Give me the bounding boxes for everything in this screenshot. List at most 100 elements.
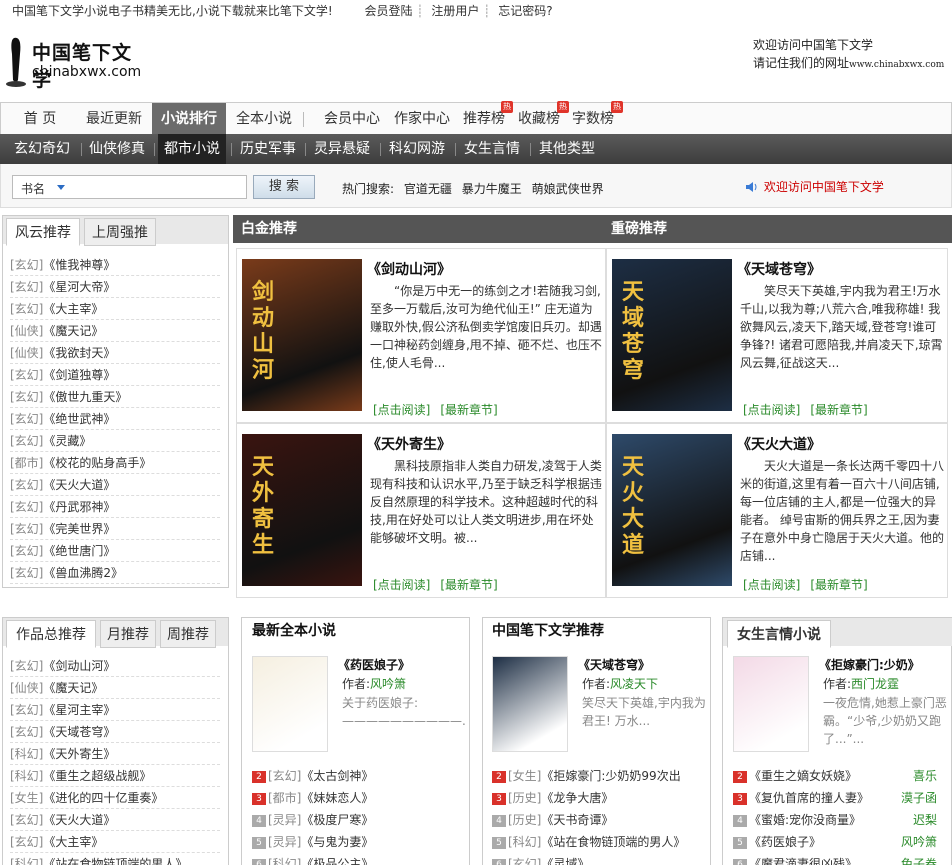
list-item[interactable]: 4 [历史]《天书奇谭》: [492, 809, 708, 831]
book-title[interactable]: 《剑动山河》: [367, 259, 451, 279]
book-link[interactable]: 《蜜婚:宠你没商量》: [749, 813, 861, 827]
list-item[interactable]: [玄幻]《天火大道》: [10, 474, 220, 496]
book-link[interactable]: 《天域苍穹》: [43, 725, 115, 739]
list-item[interactable]: [仙侠]《魔天记》: [10, 677, 220, 699]
book-link[interactable]: 《药医娘子》: [749, 835, 821, 849]
book-cover[interactable]: [492, 656, 568, 752]
book-link[interactable]: 《灵域》: [541, 857, 589, 865]
book-link[interactable]: 《太古剑神》: [301, 769, 373, 783]
hot-search-link[interactable]: 萌娘武侠世界: [532, 182, 604, 196]
cat-xianxia[interactable]: 仙侠修真: [89, 134, 145, 164]
list-item[interactable]: [玄幻]《星河大帝》: [10, 276, 220, 298]
read-link[interactable]: [点击阅读]: [373, 403, 430, 417]
cat-kehuan[interactable]: 科幻网游: [389, 134, 445, 164]
book-link[interactable]: 《绝世武神》: [43, 412, 115, 426]
login-link[interactable]: 会员登陆: [364, 4, 412, 18]
cat-dushi[interactable]: 都市小说: [158, 134, 226, 164]
list-item[interactable]: [玄幻]《傲世九重天》: [10, 386, 220, 408]
book-cover[interactable]: 天火大道: [612, 434, 732, 586]
list-item[interactable]: [玄幻]《丹武邪神》: [10, 496, 220, 518]
book-link[interactable]: 《傲世九重天》: [43, 390, 127, 404]
book-link[interactable]: 《星河主宰》: [43, 703, 115, 717]
author-link[interactable]: 西门龙霆: [851, 677, 899, 691]
list-item[interactable]: [玄幻]《兽血沸腾2》: [10, 562, 220, 584]
book-title[interactable]: 《拒嫁豪门:少奶》: [819, 656, 949, 674]
list-item[interactable]: [玄幻]《完美世界》: [10, 518, 220, 540]
book-link[interactable]: 《大主宰》: [43, 835, 103, 849]
author-link[interactable]: 风凌天下: [610, 677, 658, 691]
latest-chapter-link[interactable]: [最新章节]: [440, 578, 497, 592]
list-item[interactable]: 5 [灵异]《与鬼为妻》: [252, 831, 468, 853]
tab-last-week[interactable]: 上周强推: [84, 218, 156, 246]
book-link[interactable]: 《天外寄生》: [43, 747, 115, 761]
book-link[interactable]: 《重生之嫡女妖娆》: [749, 769, 857, 783]
nav-member[interactable]: 会员中心: [321, 103, 383, 135]
book-link[interactable]: 《星河大帝》: [43, 280, 115, 294]
author-name[interactable]: 喜乐: [913, 765, 937, 787]
book-link[interactable]: 《妹妹恋人》: [301, 791, 373, 805]
nav-favorites[interactable]: 收藏榜: [515, 103, 563, 135]
book-link[interactable]: 《剑道独尊》: [43, 368, 115, 382]
forgot-password-link[interactable]: 忘记密码?: [498, 4, 552, 18]
book-link[interactable]: 《魔君滴妻很凶残》: [749, 857, 857, 865]
list-item[interactable]: 6 [科幻]《极品公主》: [252, 853, 468, 865]
hot-search-link[interactable]: 暴力牛魔王: [462, 182, 522, 196]
cat-xuanhuan[interactable]: 玄幻奇幻: [14, 134, 70, 164]
author-name[interactable]: 漠子函: [901, 787, 937, 809]
book-link[interactable]: 《完美世界》: [43, 522, 115, 536]
book-link[interactable]: 《复仇首席的撞人妻》: [749, 791, 869, 805]
cat-nvsheng[interactable]: 女生言情: [464, 134, 520, 164]
book-link[interactable]: 《大主宰》: [43, 302, 103, 316]
book-cover[interactable]: [252, 656, 328, 752]
tab-zongtui[interactable]: 作品总推荐: [6, 620, 96, 648]
list-item[interactable]: [玄幻]《灵藏》: [10, 430, 220, 452]
list-item[interactable]: 2 《重生之嫡女妖娆》 喜乐: [733, 765, 949, 787]
list-item[interactable]: [科幻]《站在食物链顶端的男人》: [10, 853, 220, 865]
list-item[interactable]: [玄幻]《星河主宰》: [10, 699, 220, 721]
list-item[interactable]: [玄幻]《惟我神尊》: [10, 254, 220, 276]
author-name[interactable]: 迟梨: [913, 809, 937, 831]
hot-search-link[interactable]: 官道无疆: [404, 182, 452, 196]
search-input[interactable]: 书名: [12, 175, 247, 199]
book-link[interactable]: 《魔天记》: [43, 681, 103, 695]
nav-home[interactable]: 首 页: [9, 103, 71, 135]
book-link[interactable]: 《惟我神尊》: [43, 258, 115, 272]
nav-wordcount[interactable]: 字数榜: [569, 103, 617, 135]
read-link[interactable]: [点击阅读]: [743, 403, 800, 417]
author-name[interactable]: 兔子券: [901, 853, 937, 865]
book-link[interactable]: 《站在食物链顶端的男人》: [541, 835, 685, 849]
book-cover[interactable]: 剑动山河: [242, 259, 362, 411]
list-item[interactable]: 3 [历史]《龙争大唐》: [492, 787, 708, 809]
book-link[interactable]: 《天书奇谭》: [541, 813, 613, 827]
site-logo[interactable]: 中国笔下文学 chinabxwx.com: [4, 34, 144, 91]
list-item[interactable]: 2 [玄幻]《太古剑神》: [252, 765, 468, 787]
list-item[interactable]: [玄幻]《绝世武神》: [10, 408, 220, 430]
book-title[interactable]: 《药医娘子》: [338, 656, 468, 674]
search-scope-select[interactable]: 书名: [21, 180, 45, 197]
latest-chapter-link[interactable]: [最新章节]: [440, 403, 497, 417]
book-link[interactable]: 《天火大道》: [43, 478, 115, 492]
register-link[interactable]: 注册用户: [431, 4, 479, 18]
list-item[interactable]: 3 《复仇首席的撞人妻》 漠子函: [733, 787, 949, 809]
book-link[interactable]: 《魔天记》: [43, 324, 103, 338]
book-title[interactable]: 《天外寄生》: [367, 434, 451, 454]
latest-chapter-link[interactable]: [最新章节]: [810, 403, 867, 417]
nav-ranking[interactable]: 小说排行: [152, 103, 226, 135]
nav-recent[interactable]: 最近更新: [79, 103, 149, 135]
list-item[interactable]: [都市]《校花的贴身高手》: [10, 452, 220, 474]
book-link[interactable]: 《极品公主》: [301, 857, 373, 865]
book-link[interactable]: 《拒嫁豪门:少奶奶99次出: [541, 769, 680, 783]
list-item[interactable]: 5 《药医娘子》 风吟箫: [733, 831, 949, 853]
book-cover[interactable]: 天域苍穹: [612, 259, 732, 411]
list-item[interactable]: 6 《魔君滴妻很凶残》 兔子券: [733, 853, 949, 865]
book-link[interactable]: 《绝世唐门》: [43, 544, 115, 558]
book-link[interactable]: 《龙争大唐》: [541, 791, 613, 805]
author-name[interactable]: 风吟箫: [901, 831, 937, 853]
list-item[interactable]: [玄幻]《剑道独尊》: [10, 364, 220, 386]
book-cover[interactable]: [733, 656, 809, 752]
book-title[interactable]: 《天火大道》: [737, 434, 821, 454]
book-cover[interactable]: 天外寄生: [242, 434, 362, 586]
search-button[interactable]: 搜 索: [253, 175, 315, 199]
list-item[interactable]: 2 [女生]《拒嫁豪门:少奶奶99次出: [492, 765, 708, 787]
book-title[interactable]: 《天域苍穹》: [737, 259, 821, 279]
